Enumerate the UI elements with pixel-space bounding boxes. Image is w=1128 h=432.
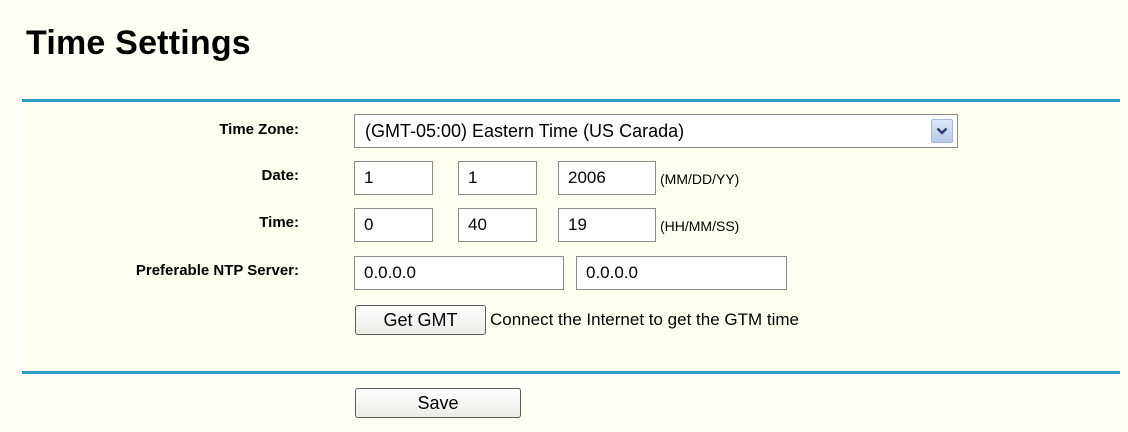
chevron-down-icon bbox=[936, 127, 948, 135]
time-zone-select[interactable]: (GMT-05:00) Eastern Time (US Carada) bbox=[354, 114, 958, 148]
dropdown-button[interactable] bbox=[931, 119, 953, 143]
date-year-input[interactable] bbox=[558, 161, 656, 195]
time-settings-page: Time Settings Time Zone: (GMT-05:00) Eas… bbox=[0, 0, 1128, 432]
time-format-hint: (HH/MM/SS) bbox=[660, 218, 740, 234]
date-month-input[interactable] bbox=[354, 161, 433, 195]
time-hour-input[interactable] bbox=[354, 208, 433, 242]
save-button[interactable]: Save bbox=[355, 388, 521, 418]
date-label: Date: bbox=[261, 167, 299, 184]
time-zone-selected-value: (GMT-05:00) Eastern Time (US Carada) bbox=[365, 121, 685, 141]
get-gmt-description: Connect the Internet to get the GTM time bbox=[490, 310, 799, 329]
date-format-hint: (MM/DD/YY) bbox=[660, 171, 740, 187]
time-second-input[interactable] bbox=[558, 208, 656, 242]
bottom-divider bbox=[22, 371, 1120, 374]
ntp-server-label: Preferable NTP Server: bbox=[135, 262, 299, 279]
time-zone-label: Time Zone: bbox=[219, 121, 299, 138]
ntp-server-secondary-input[interactable] bbox=[576, 256, 787, 290]
time-minute-input[interactable] bbox=[458, 208, 537, 242]
date-day-input[interactable] bbox=[458, 161, 537, 195]
time-label: Time: bbox=[259, 214, 299, 231]
ntp-server-primary-input[interactable] bbox=[354, 256, 564, 290]
page-title: Time Settings bbox=[26, 24, 251, 62]
get-gmt-button[interactable]: Get GMT bbox=[355, 305, 486, 335]
